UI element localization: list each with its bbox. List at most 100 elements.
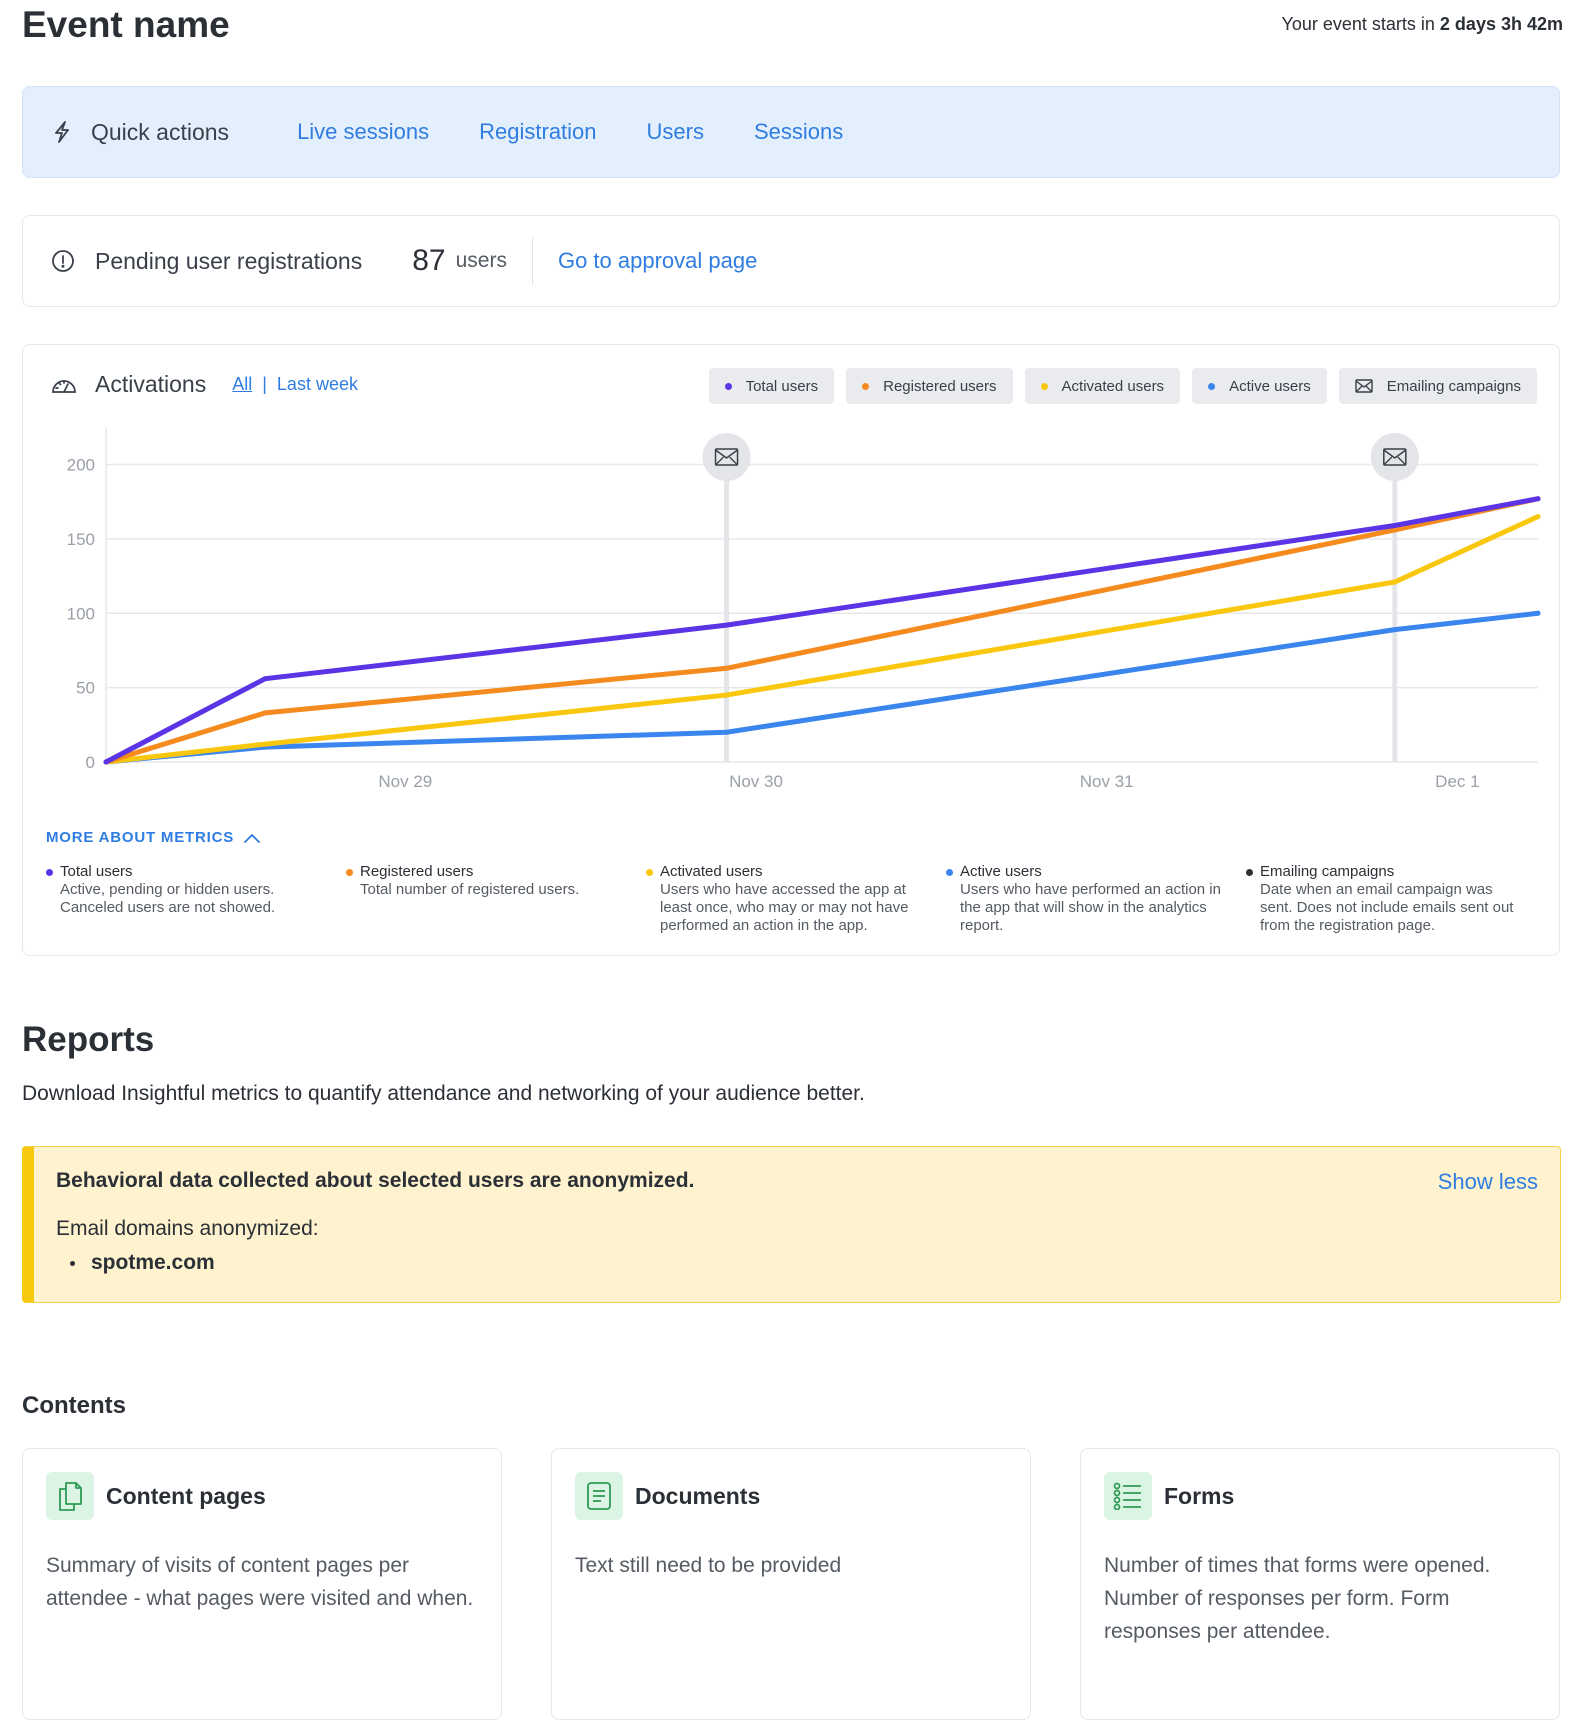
card-title: Content pages: [106, 1483, 266, 1509]
data-point: [1535, 496, 1541, 502]
legend-registered-users[interactable]: Registered users: [846, 368, 1013, 404]
x-tick-label: Nov 31: [1080, 772, 1134, 791]
metric-desc: Active, pending or hidden users. Cancele…: [60, 881, 276, 916]
content-pages-card[interactable]: Content pages Summary of visits of conte…: [22, 1448, 502, 1720]
legend-emailing-campaigns[interactable]: Emailing campaigns: [1338, 368, 1537, 404]
data-point: [1392, 579, 1398, 585]
metric-name: Emailing campaigns: [1260, 863, 1395, 880]
legend-dot: [1208, 382, 1216, 390]
metric-name: Registered users: [360, 863, 474, 880]
legend-dot: [862, 382, 870, 390]
bullet: [70, 1260, 75, 1266]
pending-count: 87: [412, 244, 446, 277]
card-description: Text still need to be provided: [575, 1554, 842, 1577]
quick-actions-label: Quick actions: [91, 118, 230, 145]
metric-emailing-campaigns: Emailing campaigns Date when an email ca…: [1246, 863, 1546, 935]
anonymized-domain-item: spotme.com: [70, 1251, 215, 1275]
envelope-icon: [1355, 379, 1373, 393]
metric-activated-users: Activated users Users who have accessed …: [646, 863, 946, 935]
card-title: Documents: [635, 1483, 761, 1509]
activations-card: 0 50 100 150 200 Nov 29 Nov 30 Nov 31 Dec 1 Acti…: [22, 344, 1560, 956]
notice-subtitle: Email domains anonymized:: [56, 1217, 319, 1240]
data-point: [262, 676, 268, 682]
lightning-icon: [55, 121, 69, 143]
legend-total-users[interactable]: Total users: [708, 368, 835, 404]
quick-link-registration[interactable]: Registration: [479, 119, 596, 145]
metric-name: Activated users: [660, 863, 763, 880]
data-point: [724, 729, 730, 735]
metric-name: Active users: [960, 863, 1042, 880]
page-title: Event name: [22, 4, 230, 45]
countdown-label: Your event starts in: [1281, 14, 1440, 34]
range-all-link[interactable]: All: [232, 374, 252, 395]
y-tick-label: 100: [67, 604, 95, 623]
quick-link-users[interactable]: Users: [647, 119, 704, 145]
email-campaign-marker: [1370, 433, 1419, 481]
legend-dot: [724, 382, 732, 390]
contents-title: Contents: [22, 1392, 126, 1419]
data-point: [262, 710, 268, 716]
quick-link-live-sessions[interactable]: Live sessions: [297, 119, 429, 145]
x-tick-label: Nov 29: [378, 772, 432, 791]
metric-dot: [46, 869, 53, 876]
pending-registrations-card: Pending user registrations 87 users Go t…: [22, 215, 1560, 307]
anonymization-notice: Behavioral data collected about selected…: [22, 1146, 1561, 1303]
activations-title: Activations: [95, 371, 207, 397]
reports-title: Reports: [22, 1020, 155, 1059]
y-tick-label: 0: [86, 753, 95, 772]
legend-label: Emailing campaigns: [1386, 377, 1521, 395]
info-icon: [52, 250, 74, 272]
legend-dot: [1040, 382, 1048, 390]
metric-total-users: Total users Active, pending or hidden us…: [46, 863, 346, 935]
reports-description: Download Insightful metrics to quantify …: [22, 1082, 865, 1105]
show-less-link[interactable]: Show less: [1438, 1169, 1538, 1195]
metric-desc: Date when an email campaign was sent. Do…: [1260, 881, 1514, 934]
data-point: [724, 692, 730, 698]
range-separator: |: [262, 374, 267, 394]
pending-title: Pending user registrations: [51, 248, 362, 275]
metric-active-users: Active users Users who have performed an…: [946, 863, 1246, 935]
pages-icon: [46, 1472, 94, 1520]
metric-name: Total users: [60, 863, 133, 880]
data-point: [724, 622, 730, 628]
more-about-metrics-toggle[interactable]: MORE ABOUT METRICS: [46, 829, 260, 846]
form-list-icon: [1104, 1472, 1152, 1520]
forms-card[interactable]: Forms Number of times that forms were op…: [1080, 1448, 1560, 1720]
divider: [531, 237, 533, 285]
metric-dot: [1246, 869, 1253, 876]
quick-link-sessions[interactable]: Sessions: [754, 119, 843, 145]
card-description: Summary of visits of content pages per a…: [46, 1554, 474, 1610]
metric-desc: Total number of registered users.: [360, 881, 580, 898]
domain-name: spotme.com: [91, 1251, 215, 1274]
document-icon: [575, 1472, 623, 1520]
data-point: [724, 665, 730, 671]
chevron-up-icon: [244, 833, 260, 843]
documents-card[interactable]: Documents Text still need to be provided: [551, 1448, 1031, 1720]
countdown-value: 2 days 3h 42m: [1439, 14, 1563, 34]
card-title: Forms: [1164, 1483, 1235, 1509]
more-metrics-label: MORE ABOUT METRICS: [46, 829, 235, 846]
legend-activated-users[interactable]: Activated users: [1024, 368, 1181, 404]
y-tick-label: 50: [76, 679, 95, 698]
activations-chart: 0 50 100 150 200 Nov 29 Nov 30 Nov 31 Dec 1: [67, 427, 1541, 791]
range-selector: All | Last week: [232, 374, 358, 395]
legend-active-users[interactable]: Active users: [1192, 368, 1327, 404]
pending-label: Pending user registrations: [95, 247, 363, 274]
data-point: [262, 741, 268, 747]
metric-desc: Users who have performed an action in th…: [960, 881, 1221, 934]
metric-dot: [346, 869, 353, 876]
activations-header: Activations All | Last week: [51, 371, 358, 398]
email-campaign-marker: [702, 433, 751, 481]
chart-legend: Total users Registered users Activated u…: [708, 368, 1537, 404]
legend-label: Active users: [1229, 377, 1311, 395]
event-countdown: Your event starts in 2 days 3h 42m: [1281, 14, 1563, 35]
approval-page-link[interactable]: Go to approval page: [558, 248, 757, 274]
data-point: [1392, 627, 1398, 633]
range-last-week-link[interactable]: Last week: [277, 374, 358, 395]
legend-label: Activated users: [1061, 377, 1165, 395]
quick-actions-bar: Quick actions Live sessions Registration…: [22, 86, 1560, 178]
gauge-icon: [52, 379, 76, 393]
data-point: [1535, 610, 1541, 616]
metric-definitions: Total users Active, pending or hidden us…: [46, 863, 1546, 935]
data-point: [1535, 514, 1541, 520]
